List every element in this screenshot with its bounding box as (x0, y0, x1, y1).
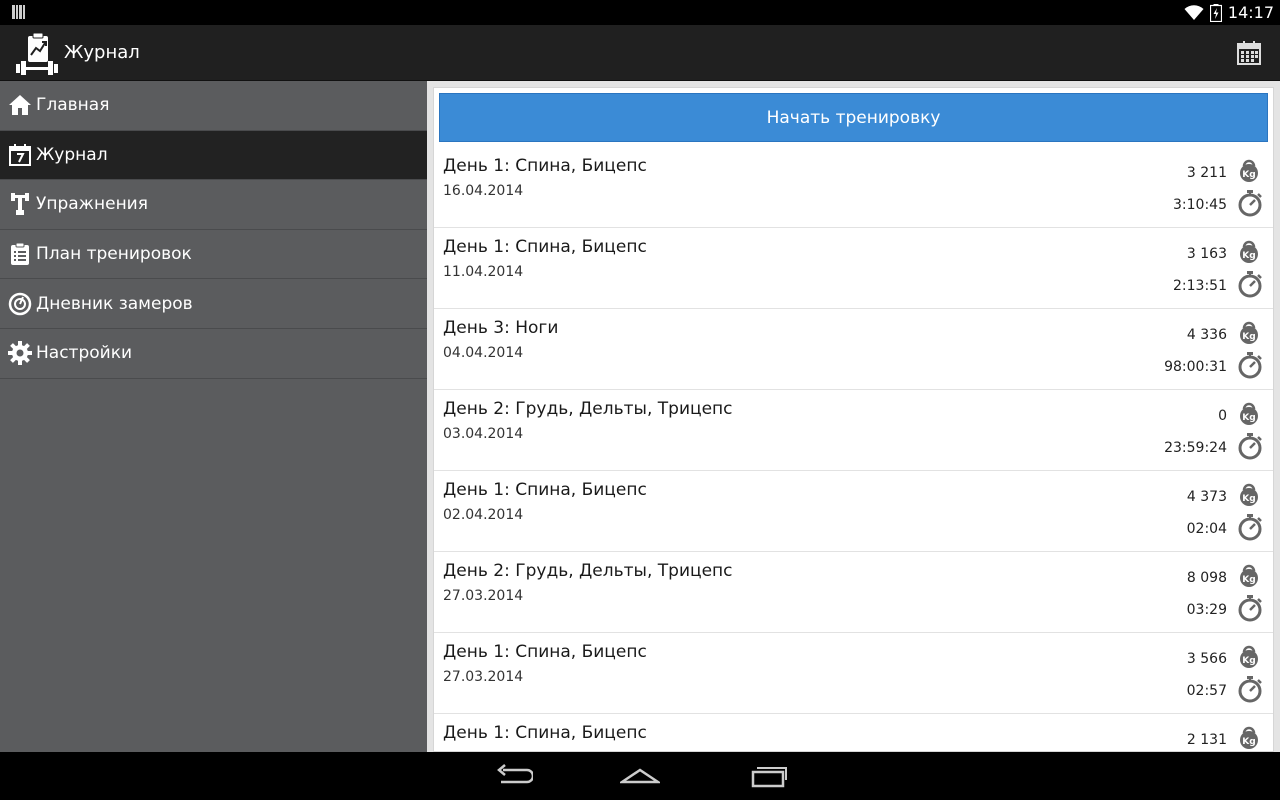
kettlebell-kg-icon: Kg (1240, 402, 1258, 425)
workout-duration: 3:10:45 (1173, 197, 1227, 213)
calendar-icon (8, 143, 32, 167)
calendar-icon[interactable] (1236, 40, 1262, 66)
dumbbell-icon (8, 192, 32, 216)
gauge-icon (8, 292, 32, 316)
workout-duration: 98:00:31 (1164, 359, 1227, 375)
workout-row[interactable]: День 1: Спина, Бицепс 16.04.2014 3 211 K… (434, 147, 1273, 228)
workout-total-weight: 3 211 (1186, 165, 1227, 181)
stopwatch-icon (1238, 595, 1262, 622)
workout-title: День 1: Спина, Бицепс (443, 156, 647, 176)
recent-apps-icon[interactable] (748, 762, 788, 790)
workout-date: 27.03.2014 (443, 669, 524, 685)
workout-list: День 1: Спина, Бицепс 16.04.2014 3 211 K… (434, 147, 1273, 751)
drawer-item-settings[interactable]: Настройки (0, 329, 427, 379)
workout-row[interactable]: День 2: Грудь, Дельты, Трицепс 03.04.201… (434, 390, 1273, 471)
workout-title: День 1: Спина, Бицепс (443, 237, 647, 257)
home-nav-icon[interactable] (620, 762, 660, 790)
svg-text:Kg: Kg (1242, 170, 1255, 180)
workout-duration: 23:59:24 (1164, 440, 1227, 456)
stopwatch-icon (1238, 676, 1262, 703)
kettlebell-kg-icon: Kg (1240, 483, 1258, 506)
gear-icon (8, 341, 32, 366)
workout-date: 04.04.2014 (443, 345, 524, 361)
workout-title: День 1: Спина, Бицепс (443, 480, 647, 500)
workout-row[interactable]: День 1: Спина, Бицепс 02.04.2014 4 373 K… (434, 471, 1273, 552)
workout-row[interactable]: День 1: Спина, Бицепс 27.03.2014 3 566 K… (434, 633, 1273, 714)
battery-icon (1209, 3, 1222, 22)
kettlebell-kg-icon: Kg (1240, 726, 1258, 749)
workout-row[interactable]: День 3: Ноги 04.04.2014 4 336 Kg 98:00:3… (434, 309, 1273, 390)
svg-text:Kg: Kg (1242, 251, 1255, 261)
workout-row[interactable]: День 2: Грудь, Дельты, Трицепс 27.03.201… (434, 552, 1273, 633)
workout-row[interactable]: День 1: Спина, Бицепс 11.04.2014 3 163 K… (434, 228, 1273, 309)
status-right: 14:17 (1184, 0, 1274, 25)
svg-text:Kg: Kg (1242, 656, 1255, 666)
stopwatch-icon (1238, 433, 1262, 460)
drawer-item-label: Настройки (36, 343, 133, 364)
workout-duration: 03:29 (1186, 602, 1227, 618)
app-logo-icon[interactable] (16, 31, 58, 75)
drawer-item-label: План тренировок (36, 244, 192, 265)
drawer-item-home[interactable]: Главная (0, 81, 427, 131)
main-content: Начать тренировку День 1: Спина, Бицепс … (427, 81, 1280, 752)
workout-duration: 02:57 (1186, 683, 1227, 699)
stopwatch-icon (1238, 514, 1262, 541)
drawer-item-label: Упражнения (36, 194, 148, 215)
stopwatch-icon (1238, 352, 1262, 379)
workout-total-weight: 4 336 (1186, 327, 1227, 343)
svg-text:Kg: Kg (1242, 413, 1255, 423)
start-workout-button[interactable]: Начать тренировку (439, 93, 1268, 142)
stopwatch-icon (1238, 190, 1262, 217)
system-nav-bar (0, 752, 1280, 800)
workout-date: 16.04.2014 (443, 183, 524, 199)
workout-date: 02.04.2014 (443, 507, 524, 523)
drawer-item-exercises[interactable]: Упражнения (0, 180, 427, 230)
action-bar: Журнал (0, 25, 1280, 81)
status-bar: 14:17 (0, 0, 1280, 25)
app-title: Журнал (64, 42, 140, 63)
kettlebell-kg-icon: Kg (1240, 240, 1258, 263)
svg-text:Kg: Kg (1242, 332, 1255, 342)
workout-row[interactable]: День 1: Спина, Бицепс 2 131 Kg (434, 714, 1273, 751)
workout-title: День 3: Ноги (443, 318, 559, 338)
home-icon (8, 93, 32, 117)
workout-duration: 02:04 (1186, 521, 1227, 537)
drawer-item-label: Журнал (36, 144, 108, 165)
kettlebell-kg-icon: Kg (1240, 159, 1258, 182)
drawer-item-measurements[interactable]: Дневник замеров (0, 279, 427, 329)
svg-text:Kg: Kg (1242, 494, 1255, 504)
notification-icon (12, 5, 25, 19)
workout-title: День 2: Грудь, Дельты, Трицепс (443, 561, 733, 581)
svg-text:Kg: Kg (1242, 737, 1255, 747)
workout-total-weight: 0 (1218, 408, 1227, 424)
navigation-drawer: Главная Журнал Упражнения План тренирово… (0, 81, 427, 752)
kettlebell-kg-icon: Kg (1240, 645, 1258, 668)
wifi-icon (1184, 4, 1204, 20)
drawer-item-label: Дневник замеров (36, 293, 193, 314)
workout-title: День 2: Грудь, Дельты, Трицепс (443, 399, 733, 419)
workout-total-weight: 3 163 (1186, 246, 1227, 262)
workout-total-weight: 4 373 (1186, 489, 1227, 505)
workout-log-card: Начать тренировку День 1: Спина, Бицепс … (433, 87, 1274, 752)
workout-title: День 1: Спина, Бицепс (443, 642, 647, 662)
workout-total-weight: 8 098 (1186, 570, 1227, 586)
workout-title: День 1: Спина, Бицепс (443, 723, 647, 743)
drawer-item-workout-plan[interactable]: План тренировок (0, 230, 427, 280)
stopwatch-icon (1238, 271, 1262, 298)
workout-date: 11.04.2014 (443, 264, 524, 280)
workout-total-weight: 2 131 (1186, 732, 1227, 748)
workout-date: 03.04.2014 (443, 426, 524, 442)
workout-date: 27.03.2014 (443, 588, 524, 604)
drawer-item-journal[interactable]: Журнал (0, 130, 427, 181)
back-icon[interactable] (493, 762, 533, 790)
kettlebell-kg-icon: Kg (1240, 321, 1258, 344)
drawer-item-label: Главная (36, 95, 110, 116)
kettlebell-kg-icon: Kg (1240, 564, 1258, 587)
status-time: 14:17 (1227, 3, 1274, 22)
workout-duration: 2:13:51 (1173, 278, 1227, 294)
svg-text:Kg: Kg (1242, 575, 1255, 585)
workout-total-weight: 3 566 (1186, 651, 1227, 667)
clipboard-icon (8, 242, 32, 266)
